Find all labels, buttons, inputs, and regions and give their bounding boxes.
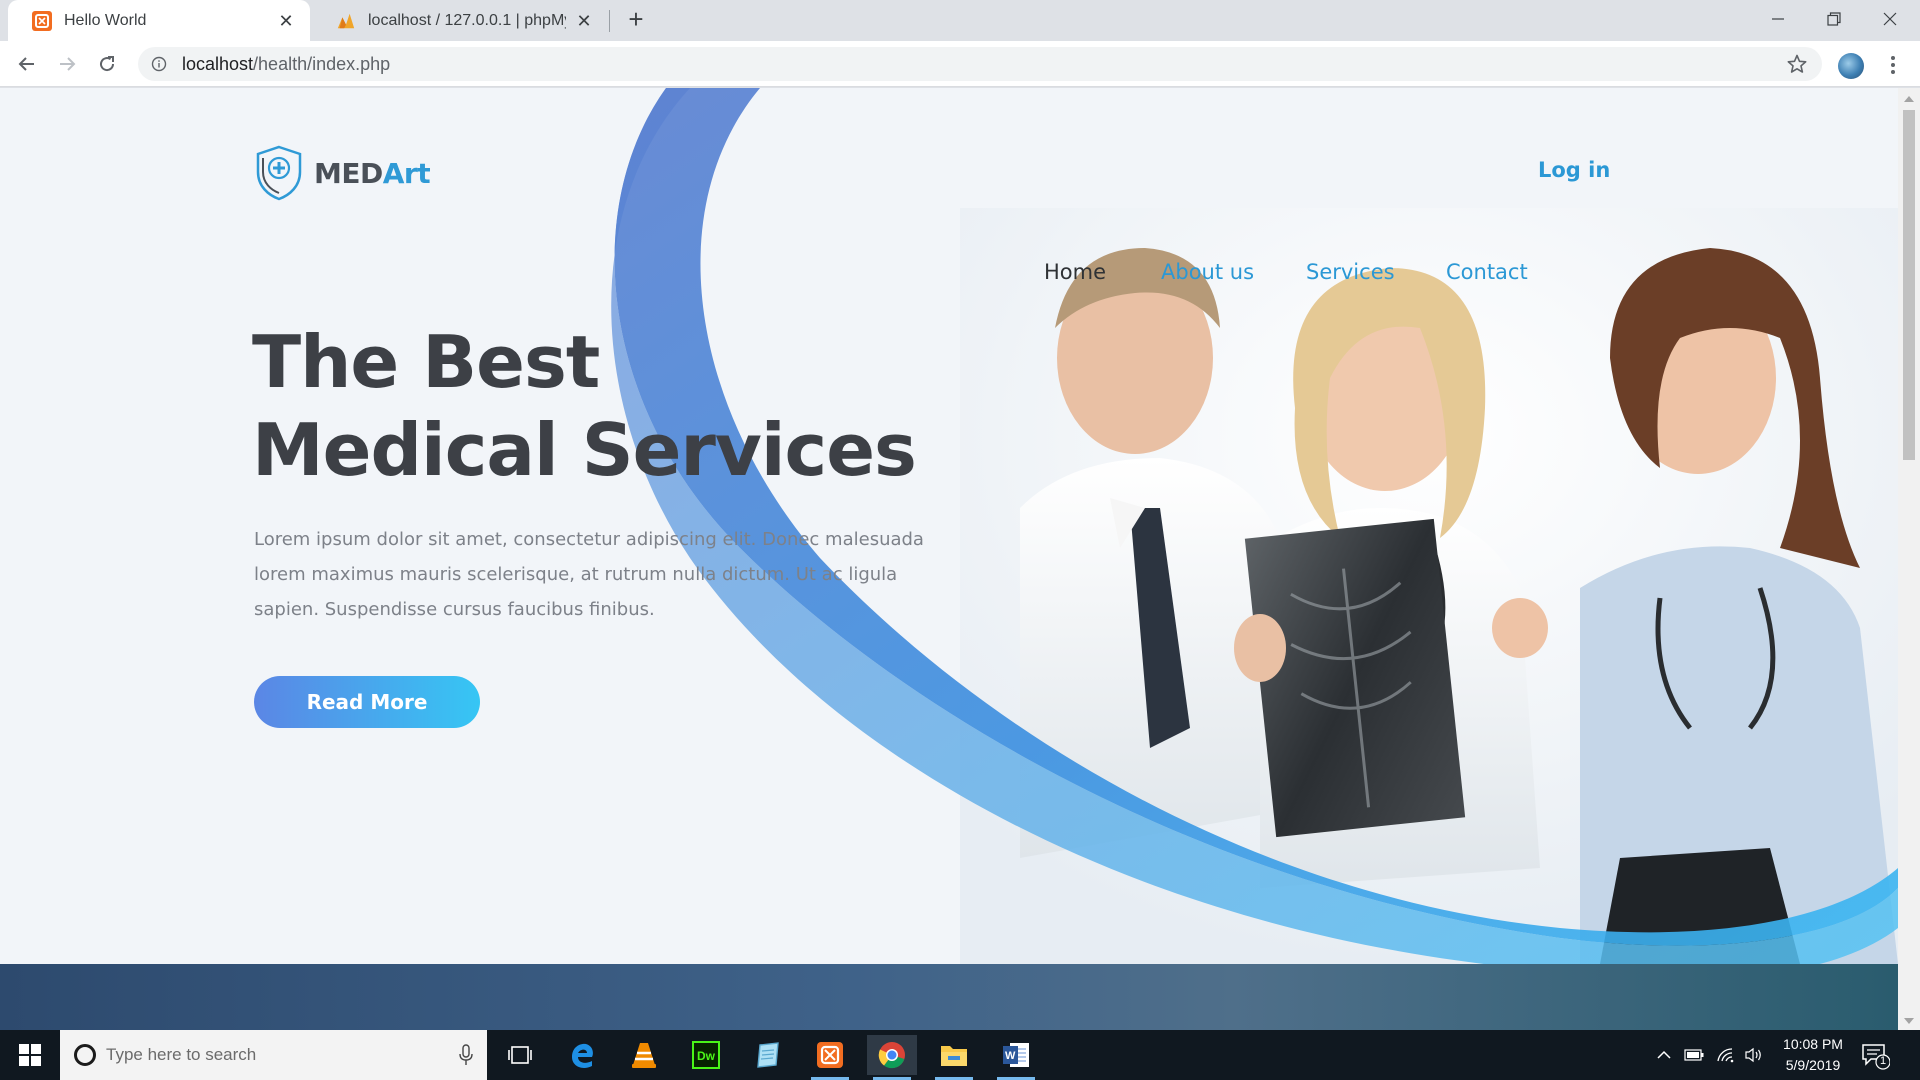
notepad-icon (757, 1042, 779, 1068)
logo-art: Art (382, 156, 431, 190)
notepad-taskbar-button[interactable] (743, 1035, 793, 1075)
start-button[interactable] (0, 1030, 60, 1080)
profile-avatar[interactable] (1838, 53, 1864, 79)
info-icon[interactable] (150, 55, 168, 73)
read-more-button[interactable]: Read More (254, 676, 480, 728)
nav-home[interactable]: Home (1044, 260, 1106, 284)
restore-button[interactable] (1806, 0, 1862, 38)
wifi-button[interactable] (1712, 1030, 1740, 1080)
edge-taskbar-button[interactable] (557, 1035, 607, 1075)
url-path: /health/index.php (253, 53, 391, 74)
vlc-taskbar-button[interactable] (619, 1035, 669, 1075)
search-placeholder: Type here to search (106, 1045, 257, 1064)
svg-text:W: W (1005, 1050, 1016, 1062)
headline-line-1: The Best (252, 320, 600, 404)
reload-button[interactable] (92, 49, 122, 79)
svg-text:Dw: Dw (697, 1049, 716, 1063)
dreamweaver-taskbar-button[interactable]: Dw (681, 1035, 731, 1075)
task-view-button[interactable] (495, 1035, 545, 1075)
show-hidden-icons-button[interactable] (1650, 1030, 1678, 1080)
task-view-icon (508, 1046, 532, 1064)
windows-logo-icon (19, 1044, 41, 1066)
taskbar-clock[interactable]: 10:08 PM 5/9/2019 (1770, 1034, 1856, 1076)
nav-services[interactable]: Services (1306, 260, 1395, 284)
speaker-icon (1745, 1047, 1761, 1063)
word-icon: W (1003, 1043, 1029, 1067)
doctors-photo (960, 208, 1898, 964)
word-taskbar-button[interactable]: W (991, 1035, 1041, 1080)
close-tab-icon[interactable]: ✕ (574, 11, 594, 31)
xampp-icon (817, 1042, 843, 1068)
close-icon (1883, 12, 1897, 26)
logo-text: MEDArt (314, 156, 431, 190)
nav-about-us[interactable]: About us (1161, 260, 1254, 284)
xampp-favicon-icon (32, 10, 52, 31)
tab-title: Hello World (64, 11, 147, 29)
page-scrollbar[interactable] (1898, 88, 1920, 1030)
browser-toolbar: localhost/health/index.php (0, 41, 1920, 87)
back-button[interactable] (12, 49, 42, 79)
address-bar[interactable]: localhost/health/index.php (138, 47, 1822, 81)
chrome-taskbar-button[interactable] (867, 1035, 917, 1080)
wifi-icon (1717, 1048, 1734, 1063)
action-center-button[interactable]: 1 (1860, 1040, 1891, 1070)
file-explorer-taskbar-button[interactable] (929, 1035, 979, 1080)
scroll-up-arrow-icon[interactable] (1904, 96, 1914, 102)
next-section-band (0, 964, 1898, 1030)
vlc-icon (632, 1043, 656, 1068)
microphone-icon[interactable] (459, 1044, 473, 1066)
battery-button[interactable] (1680, 1030, 1708, 1080)
dreamweaver-icon: Dw (692, 1041, 720, 1069)
bookmark-star-icon[interactable] (1786, 53, 1808, 75)
notification-count: 1 (1879, 1055, 1887, 1067)
windows-taskbar: Type here to search Dw W 10:08 PM 5/9/20… (0, 1030, 1920, 1080)
tab-separator (609, 10, 610, 32)
close-tab-icon[interactable]: ✕ (276, 11, 296, 31)
reload-icon (100, 56, 115, 72)
chevron-up-icon (1657, 1050, 1671, 1059)
taskbar-search-box[interactable]: Type here to search (60, 1030, 487, 1080)
edge-icon (572, 1043, 593, 1068)
logo-med: MED (314, 156, 383, 190)
xampp-taskbar-button[interactable] (805, 1035, 855, 1080)
cortana-icon (74, 1044, 96, 1066)
volume-button[interactable] (1740, 1030, 1768, 1080)
tab-phpmyadmin[interactable]: localhost / 127.0.0.1 | phpMyAdmin ✕ (312, 0, 608, 41)
minimize-button[interactable] (1750, 0, 1806, 38)
browser-menu-button[interactable] (1882, 49, 1904, 81)
forward-button[interactable] (52, 49, 82, 79)
chrome-icon (878, 1042, 905, 1069)
site-logo[interactable]: MEDArt (254, 144, 431, 202)
scroll-down-arrow-icon[interactable] (1904, 1018, 1914, 1024)
close-window-button[interactable] (1862, 0, 1918, 38)
arrow-right-icon (60, 57, 76, 71)
file-explorer-icon (941, 1046, 967, 1066)
clock-time: 10:08 PM (1783, 1036, 1843, 1052)
url-host: localhost (182, 53, 254, 74)
tab-strip: Hello World ✕ localhost / 127.0.0.1 | ph… (0, 0, 1920, 41)
hero-paragraph: Lorem ipsum dolor sit amet, consectetur … (254, 529, 924, 620)
arrow-left-icon (18, 57, 34, 71)
hero-headline: The Best Medical Services (252, 318, 917, 494)
url-text: localhost/health/index.php (182, 54, 390, 75)
page-viewport: MEDArt Log in Home About us Services Con… (0, 88, 1898, 1030)
clock-date: 5/9/2019 (1785, 1057, 1841, 1073)
shield-cross-icon (256, 145, 302, 201)
restore-icon (1827, 12, 1841, 26)
phpmyadmin-favicon-icon (336, 11, 356, 31)
minimize-icon (1772, 18, 1784, 20)
nav-contact[interactable]: Contact (1446, 260, 1528, 284)
battery-icon (1684, 1049, 1704, 1061)
login-link[interactable]: Log in (1538, 158, 1610, 182)
tab-title: localhost / 127.0.0.1 | phpMyAdmin (368, 11, 566, 29)
tab-hello-world[interactable]: Hello World ✕ (8, 0, 310, 41)
scrollbar-thumb[interactable] (1903, 110, 1915, 460)
headline-line-2: Medical Services (252, 408, 917, 492)
new-tab-button[interactable]: + (622, 6, 650, 34)
